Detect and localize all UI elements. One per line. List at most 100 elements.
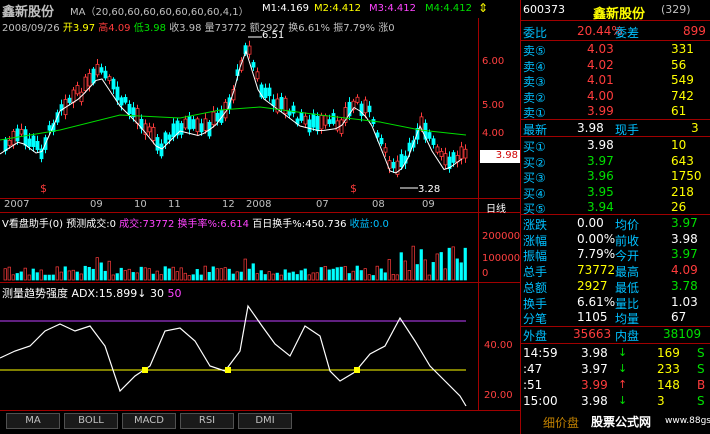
arrow-down-icon: ↓ [618, 362, 628, 375]
watermark-url: www.88gs.com [665, 416, 710, 426]
m2-value: M2:4.412 [314, 3, 361, 14]
stat-label: 涨跌 [523, 218, 548, 232]
tab-dmi[interactable]: DMI [238, 413, 292, 429]
bid-price: 3.96 [587, 169, 614, 183]
arrow-up-icon: ↑ [618, 378, 628, 391]
bid-volume: 1750 [671, 169, 702, 183]
stock-code: 600373 [523, 3, 565, 16]
bid-label: 买② [523, 155, 546, 170]
stock-title: 鑫新股份 [2, 5, 55, 20]
ask-volume: 331 [671, 42, 694, 56]
quote-panel: 600373 鑫新股份 (329) 委比 20.44% 委差 899 卖⑤ 4.0… [521, 0, 710, 434]
bid-volume: 26 [671, 200, 687, 214]
stat-value: 3.98 [671, 231, 698, 246]
stat-row[interactable]: 振幅 7.79% 今开 3.97 [521, 247, 710, 264]
ask-label: 卖⑤ [523, 44, 546, 58]
ask-volume: 56 [671, 57, 687, 72]
date-label: 09 [90, 199, 103, 210]
period-label[interactable]: 日线 [486, 200, 506, 215]
tick-time: 15:00 [523, 394, 558, 408]
volume-chart[interactable] [0, 228, 478, 282]
stat-value: 2927 [577, 278, 608, 293]
tick-volume: 148 [657, 378, 680, 392]
price-tick: 4.00 [482, 128, 505, 139]
tick-side: B [697, 378, 706, 392]
ask-price: 4.00 [587, 88, 614, 103]
tick-price: 3.98 [581, 394, 608, 408]
inner-value: 38109 [663, 327, 702, 341]
bid-row[interactable]: 买④ 3.95 218 [521, 185, 710, 202]
price-chart[interactable] [0, 30, 478, 198]
stat-row[interactable]: 总手 73772 最高 4.09 [521, 263, 710, 280]
stat-label: 换手 [523, 296, 548, 311]
signal-marker-2: $ [350, 182, 357, 195]
stat-row[interactable]: 换手 6.61% 量比 1.03 [521, 295, 710, 312]
volume-tick: 0 [482, 268, 489, 279]
tick-row[interactable]: 15:00 3.98 3 S [521, 394, 710, 411]
ask-row[interactable]: 卖④ 4.02 56 [521, 58, 710, 75]
stock-terminal: 鑫新股份 MA（20,60,60,60,60,60,60,60,4,1） M1:… [0, 0, 710, 434]
tick-volume: 169 [657, 346, 680, 360]
stat-label: 最低 [615, 280, 640, 295]
ask-label: 卖② [523, 90, 546, 105]
ask-volume: 742 [671, 88, 694, 103]
ask-price: 4.03 [587, 42, 614, 56]
stat-row[interactable]: 涨幅 0.00% 前收 3.98 [521, 232, 710, 249]
tick-row[interactable]: :47 3.97 233 S [521, 362, 710, 379]
stat-value: 6.61% [577, 294, 616, 309]
stat-label: 均量 [615, 312, 640, 327]
date-label: 2007 [4, 199, 30, 210]
m3-value: M3:4.412 [369, 3, 416, 14]
ma-params: MA（20,60,60,60,60,60,60,60,4,1） [70, 7, 249, 18]
tick-row[interactable]: 14:59 3.98 169 S [521, 346, 710, 363]
stat-value: 0.00 [577, 216, 604, 230]
date-axis: 2007 09 10 11 12 2008 07 08 09 [0, 199, 478, 212]
date-label: 09 [422, 199, 435, 210]
tab-ma[interactable]: MA [6, 413, 60, 429]
expand-icon[interactable]: ⇕ [478, 1, 488, 15]
tick-side: S [697, 394, 705, 408]
stat-row[interactable]: 涨跌 0.00 均价 3.97 [521, 216, 710, 233]
bid-volume: 218 [671, 184, 694, 199]
bid-label: 买④ [523, 186, 546, 201]
ask-row[interactable]: 卖② 4.00 742 [521, 89, 710, 106]
stat-label: 均价 [615, 218, 640, 232]
ask-label: 卖③ [523, 75, 546, 89]
date-label: 12 [222, 199, 235, 210]
ask-price: 3.99 [587, 104, 614, 118]
stat-label: 量比 [615, 296, 640, 311]
tick-side: S [697, 362, 705, 376]
bid-price: 3.97 [587, 153, 614, 168]
last-value: 3.98 [577, 121, 604, 135]
tab-boll[interactable]: BOLL [64, 413, 118, 429]
date-label: 10 [134, 199, 147, 210]
stat-label: 今开 [615, 249, 640, 264]
tick-volume: 3 [657, 394, 665, 408]
tick-row[interactable]: :51 3.99 148 B [521, 378, 710, 395]
ask-row[interactable]: 卖③ 4.01 549 [521, 73, 710, 90]
bid-label: 买③ [523, 171, 546, 185]
adx-tick: 40.00 [484, 340, 513, 351]
inner-label: 内盘 [615, 329, 640, 343]
bid-row[interactable]: 买③ 3.96 1750 [521, 169, 710, 186]
adx-chart[interactable] [0, 296, 478, 410]
stat-label: 总额 [523, 280, 548, 295]
low-label: 3.28 [418, 184, 441, 195]
tick-time: :47 [523, 362, 543, 376]
stat-row[interactable]: 总额 2927 最低 3.78 [521, 279, 710, 296]
ask-volume: 61 [671, 104, 687, 118]
tab-macd[interactable]: MACD [122, 413, 176, 429]
stat-value: 1105 [577, 310, 608, 325]
bid-volume: 643 [671, 153, 694, 168]
stat-row[interactable]: 分笔 1105 均量 67 [521, 310, 710, 327]
bid-row[interactable]: 买① 3.98 10 [521, 138, 710, 155]
ask-row[interactable]: 卖⑤ 4.03 331 [521, 42, 710, 59]
footer-label[interactable]: 细价盘 [543, 414, 579, 431]
tick-time: 14:59 [523, 346, 558, 360]
bid-row[interactable]: 买② 3.97 643 [521, 154, 710, 171]
tick-price: 3.98 [581, 346, 608, 360]
stat-label: 总手 [523, 265, 548, 280]
tab-rsi[interactable]: RSI [180, 413, 234, 429]
weicha-label: 委差 [615, 26, 640, 40]
stat-value: 3.97 [671, 216, 698, 230]
